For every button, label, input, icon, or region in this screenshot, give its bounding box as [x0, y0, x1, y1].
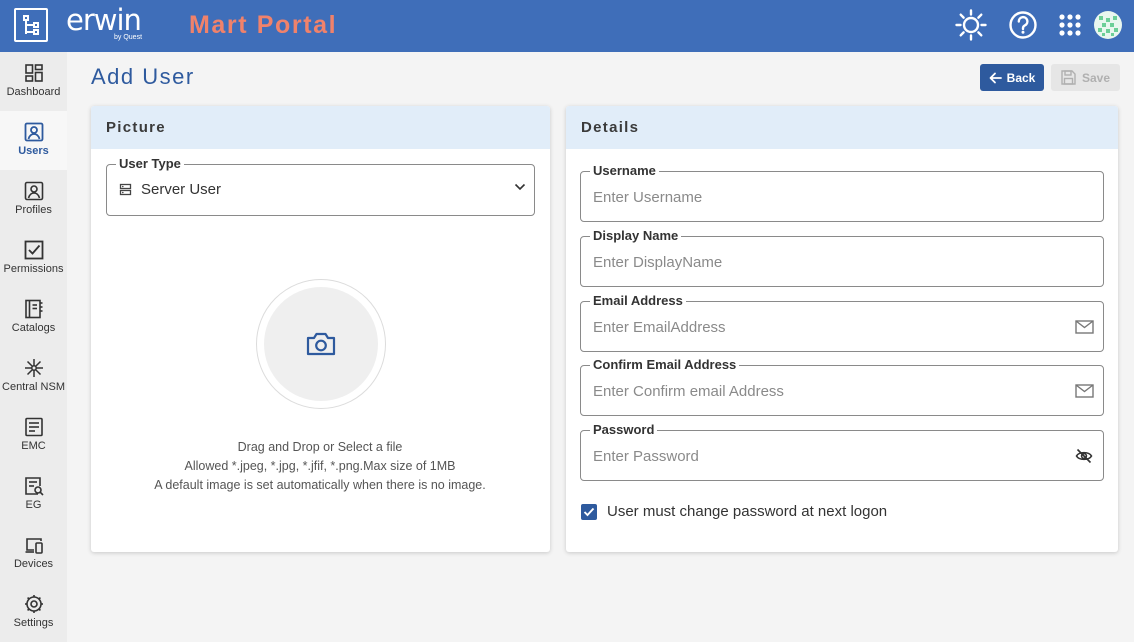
email-field: Email Address — [580, 293, 1104, 352]
password-label: Password — [590, 422, 658, 438]
upload-allowed-types: Allowed *.jpeg, *.jpg, *.jfif, *.png.Max… — [184, 459, 456, 473]
password-field: Password — [580, 422, 1104, 481]
user-avatar[interactable] — [1091, 8, 1125, 42]
back-button[interactable]: Back — [980, 64, 1044, 91]
server-icon — [119, 183, 132, 196]
sidebar-item-settings[interactable]: Settings — [0, 583, 67, 642]
save-button-label: Save — [1081, 70, 1111, 85]
display-name-label: Display Name — [590, 228, 682, 244]
sidebar: Dashboard Users Profiles Permissions Cat… — [0, 52, 67, 642]
back-button-label: Back — [1006, 70, 1036, 85]
confirm-email-field: Confirm Email Address — [580, 357, 1104, 416]
sidebar-item-permissions[interactable]: Permissions — [0, 229, 67, 288]
picture-card-title: Picture — [91, 106, 550, 149]
sidebar-item-emc[interactable]: EMC — [0, 406, 67, 465]
profiles-icon — [24, 181, 43, 201]
portal-title: Mart Portal — [189, 11, 338, 39]
sidebar-item-label: Catalogs — [11, 322, 56, 334]
password-input[interactable] — [593, 445, 1063, 467]
sidebar-item-label: Users — [18, 145, 49, 157]
display-name-input[interactable] — [593, 251, 1063, 273]
display-name-field: Display Name — [580, 228, 1104, 287]
save-button[interactable]: Save — [1051, 64, 1120, 91]
settings-icon — [24, 595, 43, 613]
sidebar-item-central-nsm[interactable]: Central NSM — [0, 347, 67, 406]
checkmark-icon — [583, 507, 595, 516]
username-field: Username — [580, 163, 1104, 222]
eg-icon — [24, 477, 44, 496]
sidebar-item-devices[interactable]: Devices — [0, 524, 67, 583]
sidebar-item-label: Profiles — [15, 204, 52, 216]
upload-default-note: A default image is set automatically whe… — [154, 478, 486, 492]
brand-name: erwin — [66, 3, 142, 37]
sidebar-item-label: Permissions — [3, 263, 64, 275]
upload-instructions: Drag and Drop or Select a file — [237, 440, 403, 454]
help-icon[interactable] — [1006, 8, 1040, 42]
confirm-email-label: Confirm Email Address — [590, 357, 740, 373]
sidebar-item-eg[interactable]: EG — [0, 465, 67, 524]
user-type-label: User Type — [116, 156, 184, 172]
emc-icon — [24, 417, 43, 437]
upload-picture-dropzone[interactable] — [256, 279, 386, 409]
details-card: Details Username Display Name Email Addr… — [566, 106, 1118, 552]
app-header: erwin by Quest Mart Portal — [0, 0, 1134, 52]
page-title: Add User — [91, 64, 195, 89]
chevron-down-icon — [514, 183, 526, 191]
sidebar-item-label: Settings — [13, 617, 54, 629]
sidebar-item-label: Central NSM — [2, 381, 65, 393]
user-type-value: Server User — [141, 181, 222, 198]
floppy-disk-icon — [1061, 70, 1076, 85]
sidebar-item-label: Devices — [13, 558, 54, 570]
sidebar-item-label: EMC — [21, 440, 46, 452]
email-input[interactable] — [593, 316, 1063, 338]
devices-icon — [25, 538, 43, 554]
sidebar-item-dashboard[interactable]: Dashboard — [0, 52, 67, 111]
sidebar-item-label: Dashboard — [6, 86, 61, 98]
users-icon — [24, 122, 43, 142]
must-change-password-checkbox[interactable] — [581, 503, 597, 520]
must-change-password-row[interactable]: User must change password at next logon — [581, 503, 887, 520]
dashboard-icon — [24, 64, 43, 82]
apps-grid-icon[interactable] — [1053, 8, 1087, 42]
confirm-email-input[interactable] — [593, 380, 1063, 402]
brand-sub: by Quest — [114, 34, 143, 41]
central-nsm-icon — [24, 359, 43, 377]
sidebar-item-profiles[interactable]: Profiles — [0, 170, 67, 229]
user-type-select[interactable]: User Type Server User — [106, 156, 535, 216]
arrow-left-icon — [989, 72, 1002, 83]
mail-icon — [1074, 318, 1094, 336]
sidebar-item-users[interactable]: Users — [0, 111, 67, 170]
sidebar-item-catalogs[interactable]: Catalogs — [0, 288, 67, 347]
must-change-password-label: User must change password at next logon — [607, 503, 888, 520]
username-label: Username — [590, 163, 659, 179]
picture-card: Picture User Type Server User Drag and D… — [91, 106, 550, 552]
details-card-title: Details — [566, 106, 1118, 149]
eye-off-icon[interactable] — [1074, 447, 1094, 465]
theme-sun-icon[interactable] — [954, 8, 988, 42]
username-input[interactable] — [593, 186, 1063, 208]
email-label: Email Address — [590, 293, 686, 309]
mail-icon — [1074, 382, 1094, 400]
permissions-icon — [24, 240, 43, 260]
camera-icon — [306, 332, 336, 356]
app-logo-icon[interactable] — [14, 8, 48, 42]
brand-logo: erwin by Quest — [66, 3, 142, 41]
catalogs-icon — [24, 299, 42, 319]
sidebar-item-label: EG — [25, 499, 42, 511]
